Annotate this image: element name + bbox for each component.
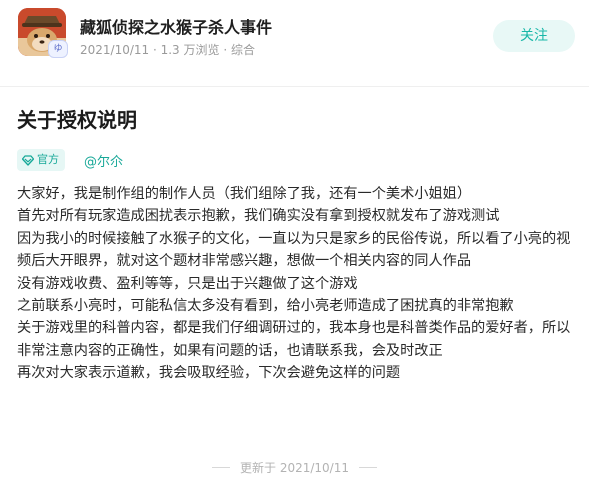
post-page: ゆ 藏狐侦探之水猴子杀人事件 2021/10/11 · 1.3 万浏览 · 综合… [0,0,589,487]
post-header: ゆ 藏狐侦探之水猴子杀人事件 2021/10/11 · 1.3 万浏览 · 综合… [0,0,589,88]
paragraph: 关于游戏里的科普内容，都是我们仔细调研过的，我本身也是科普类作品的爱好者，所以非… [17,320,571,359]
paragraph: 大家好，我是制作组的制作人员（我们组除了我，还有一个美术小姐姐） [17,186,472,202]
paragraph: 因为我小的时候接触了水猴子的文化，一直以为只是家乡的民俗传说，所以看了小亮的视频… [17,230,571,270]
footer-divider-right [358,466,377,468]
paragraph: 之前联系小亮时，可能私信太多没有看到，给小亮老师造成了困扰真的非常抱歉 [17,298,514,315]
updated-date: 更新于 2021/10/11 [240,460,349,475]
post-meta: 2021/10/11 · 1.3 万浏览 · 综合 [80,43,255,57]
article-title: 关于授权说明 [17,108,137,132]
avatar-badge: ゆ [48,40,68,58]
official-badge: 官方 [17,149,65,171]
footer-divider-left [212,466,230,468]
diamond-icon [22,154,34,166]
updated-footer: 更新于 2021/10/11 [0,458,589,476]
paragraph: 没有游戏收费、盈利等等，只是出于兴趣做了这个游戏 [17,275,358,292]
article-body: 大家好，我是制作组的制作人员（我们组除了我，还有一个美术小姐姐） 首先对所有玩家… [17,183,577,385]
header-divider [0,86,589,87]
author-link[interactable]: @尔尒 [84,151,123,170]
paragraph: 首先对所有玩家造成困扰表示抱歉，我们确实没有拿到授权就发布了游戏测试 [17,208,500,225]
official-badge-label: 官方 [37,153,59,166]
follow-button[interactable]: 关注 [493,20,575,52]
paragraph: 再次对大家表示道歉，我会吸取经验，下次会避免这样的问题 [17,365,401,382]
game-title[interactable]: 藏狐侦探之水猴子杀人事件 [80,14,272,38]
